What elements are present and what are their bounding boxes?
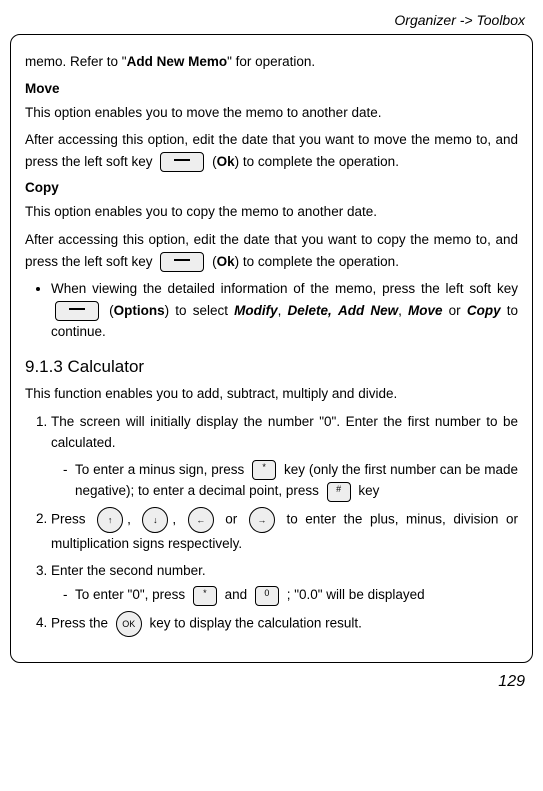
calculator-heading: 9.1.3 Calculator [25, 357, 518, 377]
memo-options-bullet: When viewing the detailed information of… [25, 278, 518, 343]
text: ) to complete the operation. [235, 254, 399, 269]
text: ) to select [165, 303, 234, 318]
down-key-icon: ↓ [142, 507, 168, 533]
soft-key-icon [160, 152, 204, 172]
move-heading: Move [25, 81, 518, 96]
text: , [127, 511, 138, 526]
star-key-icon: * [193, 586, 217, 606]
menu-add-new: Add New [338, 303, 398, 318]
text: ) to complete the operation. [235, 154, 399, 169]
add-new-memo-label: Add New Memo [127, 54, 228, 69]
text: and [225, 587, 251, 602]
move-desc: This option enables you to move the memo… [25, 102, 518, 124]
options-label: Options [114, 303, 165, 318]
text: Press the [51, 615, 112, 630]
text: key to display the calculation result. [150, 615, 362, 630]
list-item: Enter the second number. [51, 560, 518, 582]
menu-copy: Copy [467, 303, 501, 318]
menu-delete: Delete, [288, 303, 332, 318]
soft-key-icon [55, 301, 99, 321]
text: ; "0.0" will be displayed [287, 587, 425, 602]
list-item: The screen will initially display the nu… [51, 411, 518, 502]
list-item: Press the OK key to display the calculat… [51, 611, 518, 637]
list-item: To enter "0", press * and 0 ; "0.0" will… [75, 584, 518, 606]
menu-modify: Modify [234, 303, 278, 318]
text: memo. Refer to " [25, 54, 127, 69]
move-instruction: After accessing this option, edit the da… [25, 129, 518, 172]
calc-steps: The screen will initially display the nu… [25, 411, 518, 637]
text: The screen will initially display the nu… [51, 414, 518, 451]
content-frame: memo. Refer to "Add New Memo" for operat… [10, 34, 533, 663]
ok-label: Ok [217, 254, 235, 269]
right-key-icon: → [249, 507, 275, 533]
copy-heading: Copy [25, 180, 518, 195]
list-item: When viewing the detailed information of… [51, 278, 518, 343]
text: To enter a minus sign, press [75, 462, 248, 477]
text: When viewing the detailed information of… [51, 281, 518, 296]
text: , [398, 303, 408, 318]
text: " for operation. [227, 54, 315, 69]
ok-label: Ok [217, 154, 235, 169]
text: Press [51, 511, 93, 526]
star-key-icon: * [252, 460, 276, 480]
text: or [443, 303, 467, 318]
text: , [172, 511, 183, 526]
menu-move: Move [408, 303, 443, 318]
breadcrumb: Organizer -> Toolbox [10, 12, 533, 28]
list-item: Press ↑, ↓, ← or → to enter the plus, mi… [51, 507, 518, 555]
left-key-icon: ← [188, 507, 214, 533]
copy-desc: This option enables you to copy the memo… [25, 201, 518, 223]
text: To enter "0", press [75, 587, 189, 602]
memo-ref-line: memo. Refer to "Add New Memo" for operat… [25, 51, 518, 73]
ok-key-icon: OK [116, 611, 142, 637]
calc-intro: This function enables you to add, subtra… [25, 383, 518, 405]
zero-key-icon: 0 [255, 586, 279, 606]
soft-key-icon [160, 252, 204, 272]
text: or [218, 511, 245, 526]
sub-list: To enter a minus sign, press * key (only… [55, 459, 518, 502]
list-item: To enter a minus sign, press * key (only… [75, 459, 518, 502]
up-key-icon: ↑ [97, 507, 123, 533]
copy-instruction: After accessing this option, edit the da… [25, 229, 518, 272]
text: key [358, 483, 379, 498]
page-number: 129 [10, 673, 533, 691]
hash-key-icon: # [327, 482, 351, 502]
sub-list: To enter "0", press * and 0 ; "0.0" will… [55, 584, 518, 606]
text: , [278, 303, 288, 318]
